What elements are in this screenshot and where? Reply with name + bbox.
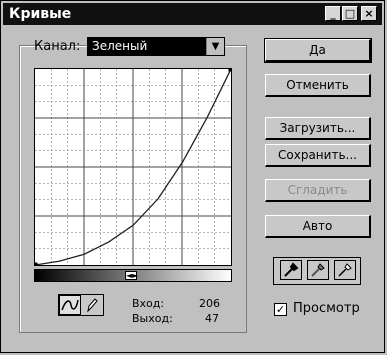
curve-grid — [35, 69, 231, 265]
window-title: Кривые — [9, 6, 72, 22]
curve-icon[interactable] — [59, 295, 81, 315]
title-bar[interactable]: Кривые _ □ × — [3, 3, 382, 25]
curve-graph[interactable] — [32, 66, 234, 268]
channel-select[interactable]: Зеленый ▼ — [87, 37, 225, 56]
eyedropper-group — [273, 257, 361, 285]
output-value: 47 — [205, 312, 219, 325]
preview-checkbox[interactable]: ✓ — [274, 303, 287, 316]
curves-dialog: Кривые _ □ × Канал: Зеленый ▼ ◄► Вход: 2… — [0, 0, 385, 353]
channel-value: Зеленый — [88, 38, 206, 55]
curve-control-point[interactable] — [228, 66, 234, 72]
eyedropper-white-icon[interactable] — [334, 260, 356, 280]
gradient-toggle[interactable]: ◄► — [125, 271, 138, 280]
preview-label[interactable]: Просмотр — [293, 301, 360, 316]
close-button[interactable]: × — [361, 6, 377, 21]
curve-plot — [32, 66, 234, 268]
input-value: 206 — [199, 297, 220, 310]
smooth-button[interactable]: Сгладить — [265, 179, 371, 202]
chevron-down-icon[interactable]: ▼ — [206, 38, 224, 55]
load-button[interactable]: Загрузить... — [265, 117, 371, 140]
output-label: Выход: — [132, 312, 173, 325]
pencil-icon[interactable] — [81, 295, 103, 315]
save-button[interactable]: Сохранить... — [265, 144, 371, 167]
ok-button[interactable]: Да — [264, 38, 372, 63]
eyedropper-black-icon[interactable] — [280, 260, 302, 280]
minimize-button[interactable]: _ — [325, 6, 341, 21]
maximize-button[interactable]: □ — [342, 6, 358, 21]
auto-button[interactable]: Авто — [265, 215, 371, 238]
cancel-button[interactable]: Отменить — [265, 74, 371, 97]
curve-control-point[interactable] — [32, 262, 38, 268]
curve-tool-group — [58, 294, 104, 316]
input-label: Вход: — [132, 297, 165, 310]
eyedropper-gray-icon[interactable] — [307, 260, 329, 280]
channel-label: Канал: — [34, 39, 81, 54]
